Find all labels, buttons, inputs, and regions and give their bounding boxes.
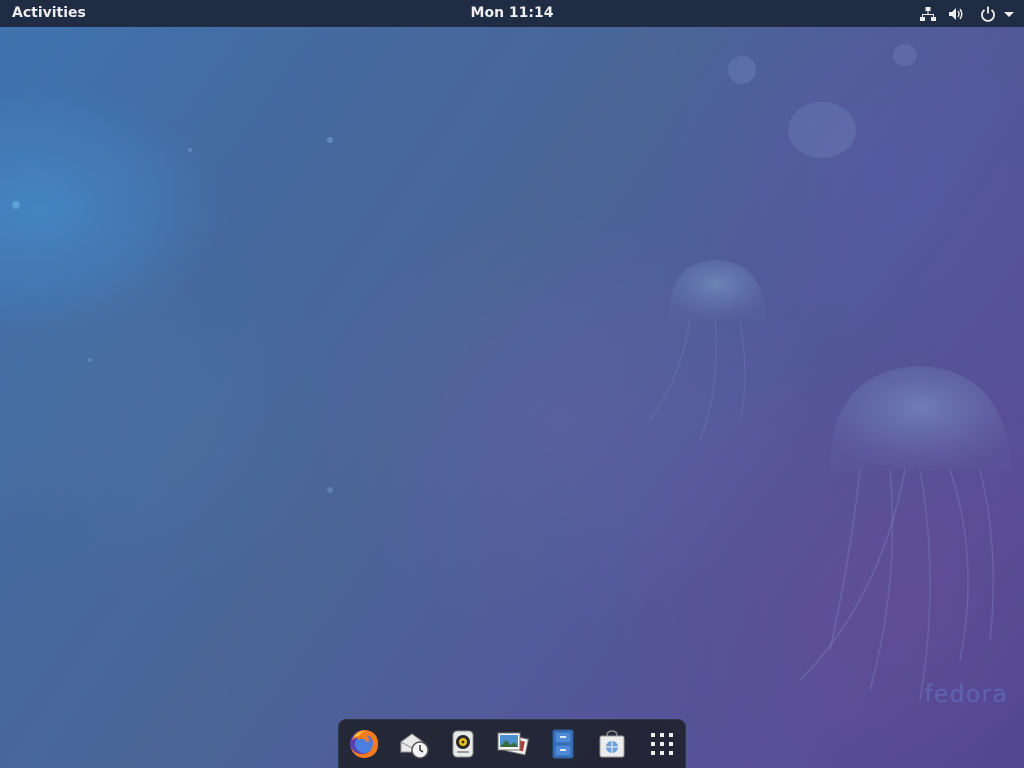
network-wired-icon[interactable] (920, 5, 936, 23)
dash-item-files[interactable] (543, 726, 583, 762)
system-tray[interactable] (908, 4, 1014, 23)
power-icon[interactable] (980, 5, 996, 23)
evolution-icon (400, 733, 429, 759)
rhythmbox-icon (452, 730, 474, 758)
files-icon (552, 729, 574, 759)
dash (338, 719, 686, 768)
dash-item-rhythmbox[interactable] (443, 726, 483, 762)
volume-icon[interactable] (948, 5, 964, 23)
firefox-icon (350, 730, 378, 758)
activities-button[interactable]: Activities (12, 5, 86, 21)
software-icon (599, 730, 625, 758)
clock-button[interactable]: Mon 11:14 (471, 5, 554, 21)
jellyfish-art (12, 44, 1012, 701)
dash-item-software[interactable] (592, 726, 632, 762)
dash-item-shotwell[interactable] (493, 726, 533, 762)
top-bar: Activities Mon 11:14 (0, 0, 1024, 27)
fedora-watermark: fedora (924, 680, 1008, 708)
dash-item-show-applications[interactable] (642, 726, 682, 762)
dash-item-evolution[interactable] (394, 726, 434, 762)
clock-container: Mon 11:14 (0, 5, 1024, 21)
desktop-wallpaper: fedora (0, 0, 1024, 768)
menu-arrow-icon[interactable] (1004, 5, 1014, 23)
dash-item-firefox[interactable] (344, 726, 384, 762)
shotwell-icon (497, 732, 530, 756)
show-applications-icon (651, 733, 673, 755)
